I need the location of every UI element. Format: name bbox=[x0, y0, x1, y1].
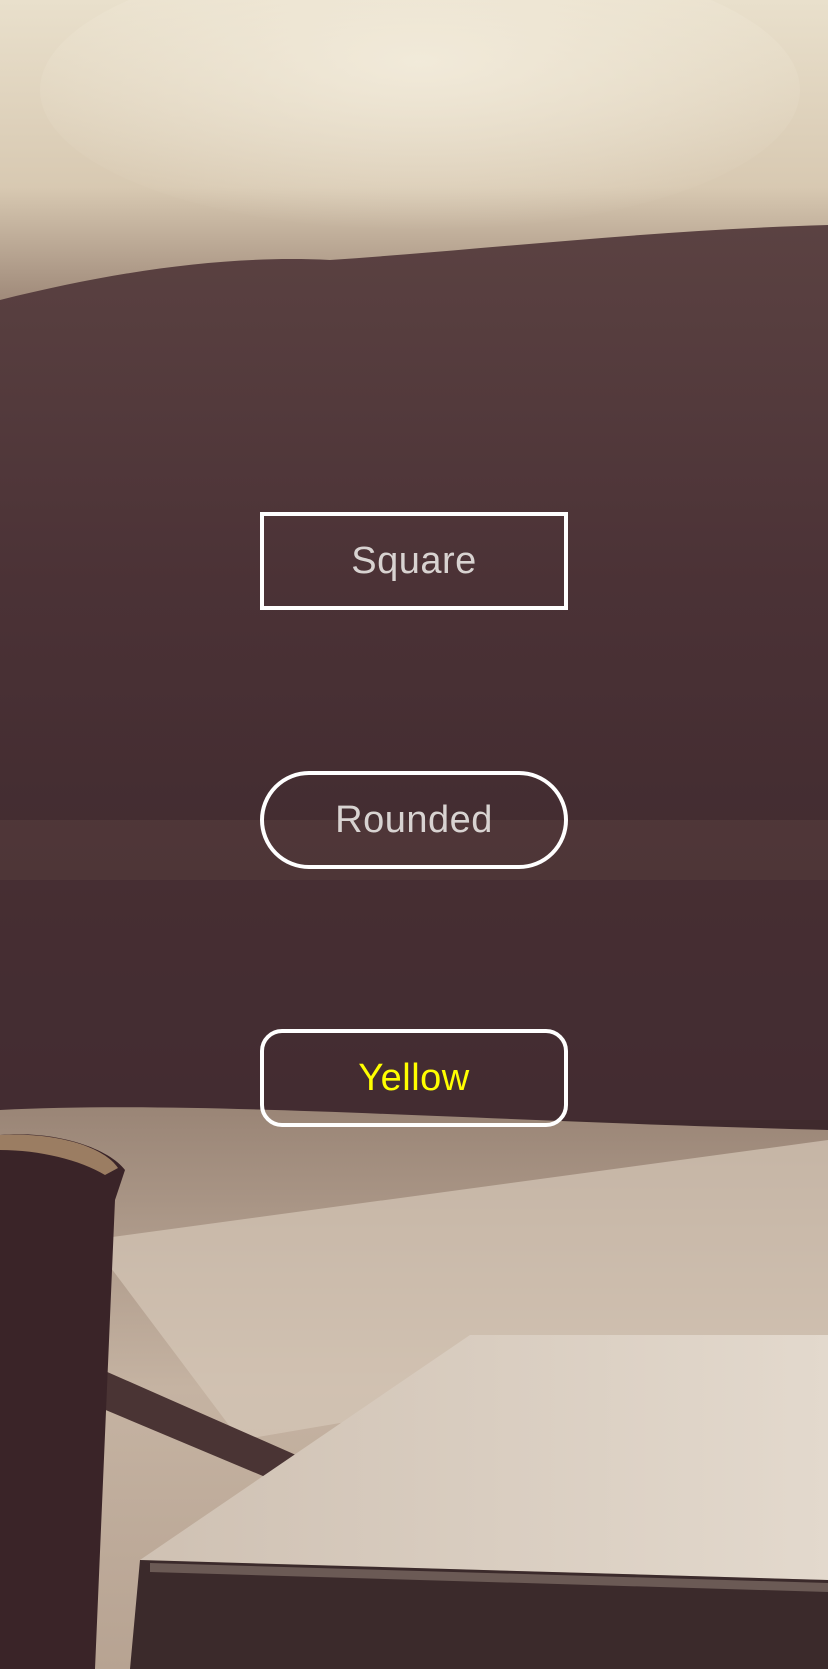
app-screen: Square Rounded Yellow bbox=[0, 0, 828, 1669]
square-button[interactable]: Square bbox=[260, 512, 568, 610]
rounded-button[interactable]: Rounded bbox=[260, 771, 568, 869]
yellow-button[interactable]: Yellow bbox=[260, 1029, 568, 1127]
